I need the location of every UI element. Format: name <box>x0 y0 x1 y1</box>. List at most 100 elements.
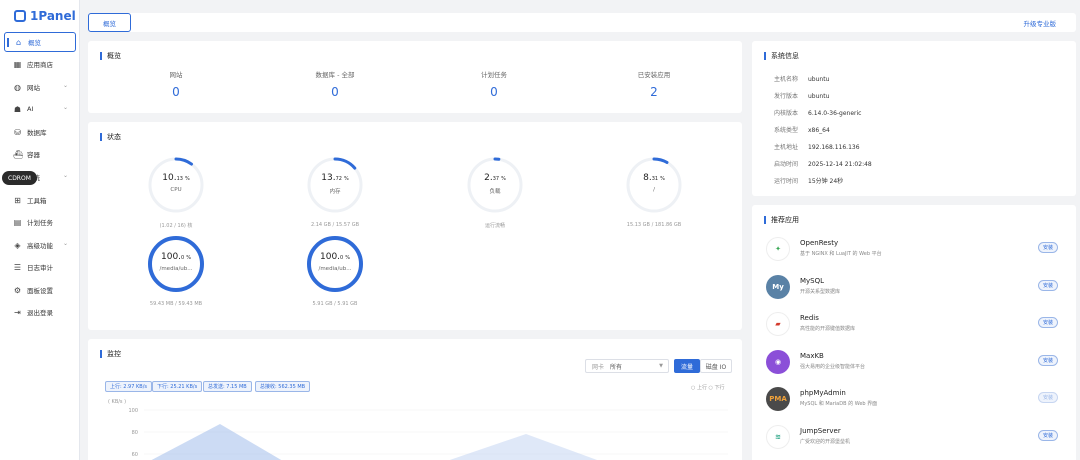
system-info-value: ubuntu <box>808 93 830 100</box>
y-tick-label: 100 <box>128 408 138 414</box>
stat-label: 网站 <box>169 71 183 79</box>
overview-card: 概览 网站 0 数据库 - 全部 0 计划任务 0 已安装应用 2 <box>88 41 742 113</box>
system-info-key: 运行时间 <box>774 178 799 185</box>
sidebar-item[interactable]: ◍ 网站 ⌄ <box>4 77 76 97</box>
sidebar-item-label: 计划任务 <box>27 219 53 227</box>
install-button[interactable]: 安装 <box>1038 392 1058 403</box>
gauge-value-dec: 13 <box>176 176 183 182</box>
install-button[interactable]: 安装 <box>1038 317 1058 328</box>
sidebar-item-label: 数据库 <box>27 129 47 137</box>
y-tick-label: 60 <box>132 452 138 458</box>
chevron-down-icon: ▼ <box>659 363 663 369</box>
sidebar-item[interactable]: ⛁ 数据库 <box>4 122 76 142</box>
sidebar-item-label: 工具箱 <box>27 197 47 205</box>
globe-icon: ◍ <box>14 82 21 92</box>
app-description: MySQL 和 MariaDB 的 Web 界面 <box>800 401 878 407</box>
net-chip: 上行: 2.97 KB/s <box>105 381 152 392</box>
sidebar-item[interactable]: ◈ 高级功能 ⌄ <box>4 235 76 255</box>
gauge-label: /media/ub... <box>318 266 352 272</box>
system-info-row: 主机地址 192.168.116.136 <box>774 142 860 151</box>
tab-overview[interactable]: 概览 <box>88 13 131 32</box>
disk-io-button[interactable]: 磁盘 IO <box>700 359 732 373</box>
system-info-value: 192.168.116.136 <box>808 144 860 151</box>
sidebar-item-label: 面板设置 <box>27 287 53 295</box>
sidebar-item[interactable]: ▦ 应用商店 <box>4 54 76 74</box>
sidebar-item[interactable]: ▤ 计划任务 <box>4 212 76 232</box>
stat-installed-apps[interactable]: 已安装应用 2 <box>594 69 714 99</box>
gauge-value: 100.0% <box>255 252 415 262</box>
calendar-icon: ▤ <box>13 217 22 227</box>
stat-databases[interactable]: 数据库 - 全部 0 <box>275 69 395 99</box>
sidebar-item[interactable]: ⊞ 工具箱 <box>4 190 76 210</box>
system-info-card: 系统信息 主机名称 ubuntu 发行版本 ubuntu 内核版本 6.14.0-36-g… <box>752 41 1076 196</box>
sidebar-item-label: 概览 <box>28 39 41 47</box>
nic-select[interactable]: 网卡 所有 ▼ <box>585 359 669 373</box>
gauge-subtext: 59.43 MB / 59.43 MB <box>149 301 203 307</box>
sidebar: 1Panel ⌂概览▦应用商店◍网站⌄☗AI⌄⛁数据库⛴容器◎系统⌄⊞工具箱▤计… <box>0 0 80 460</box>
system-info-key: 主机名称 <box>774 76 799 83</box>
traffic-button[interactable]: 流量 <box>674 359 700 373</box>
sidebar-item-label: 应用商店 <box>27 61 53 69</box>
sidebar-item[interactable]: ⌂ 概览 <box>4 32 76 52</box>
logo-icon <box>14 10 26 22</box>
logout-icon: ⇥ <box>14 307 21 317</box>
gauge-value-int: 100. <box>320 252 341 262</box>
app-description: 强大易用的企业级智能体平台 <box>800 363 866 370</box>
gauge-value-dec: 72 <box>335 176 342 182</box>
system-info-value: 6.14.0-36-generic <box>808 110 862 117</box>
sidebar-item-label: 高级功能 <box>27 242 53 250</box>
sidebar-item[interactable]: ☰ 日志审计 <box>4 257 76 277</box>
app-row: ≋ JumpServer 广受欢迎的开源堡垒机 安装 <box>766 422 1062 452</box>
monitor-card: 监控 网卡 所有 ▼ 流量 磁盘 IO 上行: 2.97 KB/s 下行: 25… <box>88 339 742 460</box>
series-area <box>449 434 598 460</box>
brand-name: 1Panel <box>30 9 76 23</box>
sidebar-item[interactable]: ⚙ 面板设置 <box>4 280 76 300</box>
net-chip: 总接收: 562.35 MB <box>255 381 311 392</box>
chevron-down-icon: ⌄ <box>62 82 68 89</box>
install-button[interactable]: 安装 <box>1038 242 1058 253</box>
recommended-apps-card: 推荐应用 ✦ OpenResty 基于 NGINX 和 LuaJIT 的 Web 平… <box>752 205 1076 460</box>
gauge-value-int: 13. <box>321 173 336 183</box>
gauge-label: / <box>653 187 655 193</box>
status-card: 状态 10.13% CPU (1.02 / 16) 核 13.72% 内存 2.14 GB… <box>88 122 742 330</box>
app-row: ◉ MaxKB 强大易用的企业级智能体平台 安装 <box>766 347 1062 377</box>
install-button[interactable]: 安装 <box>1038 279 1058 291</box>
upgrade-link[interactable]: 升级专业版 <box>1024 18 1057 28</box>
gauge-value-unit: % <box>184 176 190 182</box>
series-area <box>151 424 282 460</box>
home-icon: ⌂ <box>15 37 22 47</box>
toolbox-icon: ⊞ <box>14 195 21 205</box>
openresty-icon: ✦ <box>766 237 790 261</box>
logo[interactable]: 1Panel <box>0 0 79 32</box>
sidebar-item-label: AI <box>27 105 34 113</box>
system-info-value: ubuntu <box>808 76 830 83</box>
gauge-label: 负载 <box>489 189 501 195</box>
app-name: MySQL <box>800 276 825 285</box>
app-description: 基于 NGINX 和 LuaJIT 的 Web 平台 <box>800 251 882 257</box>
status-title: 状态 <box>100 132 121 142</box>
y-tick-label: 80 <box>132 430 138 436</box>
app-name: MaxKB <box>800 351 824 360</box>
stat-label: 数据库 - 全部 <box>315 71 355 79</box>
sidebar-item[interactable]: ⇥ 退出登录 <box>4 302 76 322</box>
gauge-track <box>148 157 204 213</box>
gauge-ring <box>148 157 204 213</box>
gauge-value-int: 2. <box>484 173 493 183</box>
install-button[interactable]: 安装 <box>1038 354 1058 366</box>
gauge-value-int: 10. <box>162 173 177 183</box>
stat-cronjobs[interactable]: 计划任务 0 <box>434 69 554 99</box>
sidebar-item[interactable]: ☗ AI ⌄ <box>4 99 76 119</box>
overview-title: 概览 <box>100 51 121 61</box>
stat-websites[interactable]: 网站 0 <box>116 69 236 99</box>
phpmyadmin-icon: PMA <box>766 387 790 411</box>
stat-value: 0 <box>172 85 180 99</box>
app-name: Redis <box>800 314 819 322</box>
gauge-label: CPU <box>170 187 182 193</box>
app-store-icon: ▦ <box>13 59 22 69</box>
gauge-value: 13.72% <box>255 173 415 183</box>
top-bar: 概览 升级专业版 <box>88 13 1076 32</box>
cdrom-tooltip: CDROM <box>2 171 37 185</box>
install-button[interactable]: 安装 <box>1038 429 1058 441</box>
sidebar-item[interactable]: ⛴ 容器 <box>4 144 76 164</box>
app-row: My MySQL 开源关系型数据库 安装 <box>766 272 1062 302</box>
